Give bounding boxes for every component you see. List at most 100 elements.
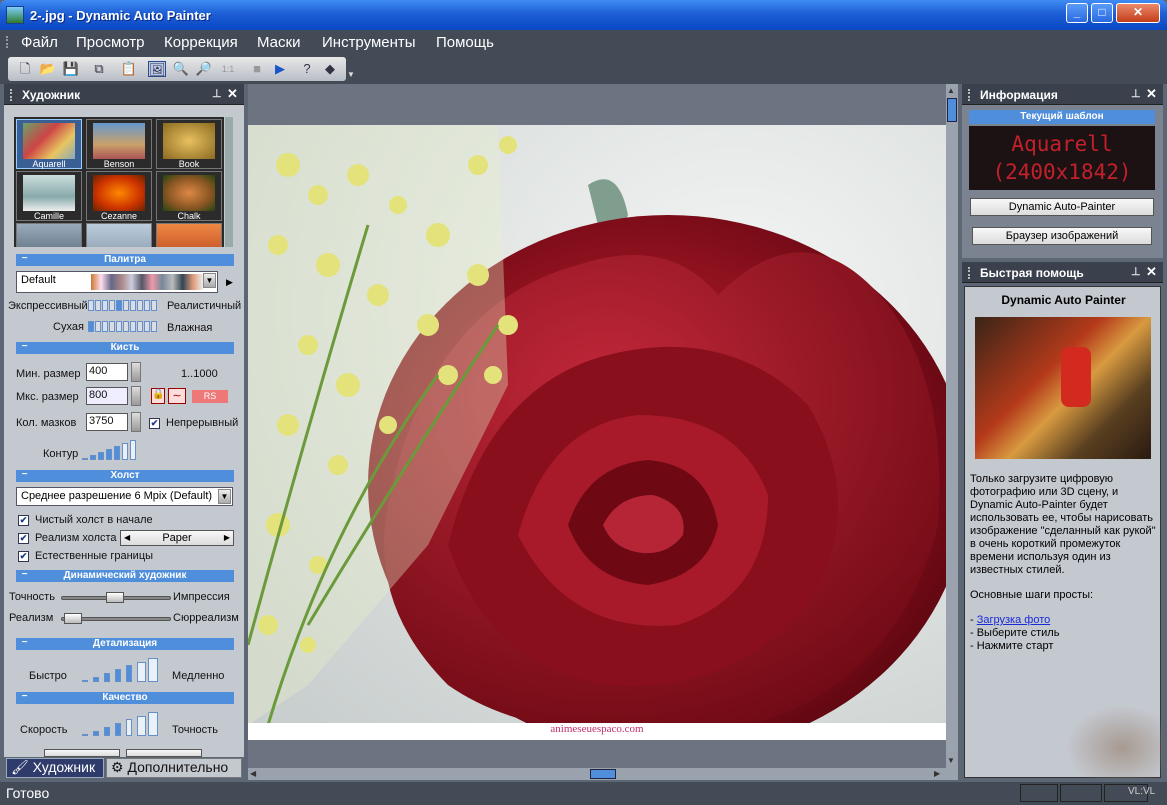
tab-advanced[interactable]: ⚙ Дополнительно (106, 758, 242, 778)
expressive-realistic-slider[interactable] (88, 300, 160, 312)
scroll-left-icon[interactable]: ◀ (250, 769, 256, 778)
detail-section-header[interactable]: − Детализация (16, 638, 234, 650)
quality-section-title: Качество (102, 692, 148, 703)
menu-view[interactable]: Просмотр (76, 34, 145, 51)
collapse-icon[interactable]: − (20, 254, 29, 264)
collapse-icon[interactable]: − (20, 470, 29, 480)
canvas-section-title: Холст (110, 470, 140, 481)
min-size-spinner[interactable] (131, 362, 141, 382)
quality-section-header[interactable]: − Качество (16, 692, 234, 704)
image-browser-button[interactable]: Браузер изображений (972, 227, 1152, 245)
chevron-down-icon[interactable]: ▼ (203, 273, 216, 288)
tab-advanced-label: Дополнительно (127, 759, 229, 775)
panel-button[interactable] (44, 749, 120, 757)
vertical-scrollbar[interactable]: ▲ ▼ (946, 84, 958, 768)
contour-level-slider[interactable] (82, 440, 142, 460)
dynamic-section-header[interactable]: − Динамический художник (16, 570, 234, 582)
menu-file[interactable]: Файл (21, 34, 58, 51)
pin-icon[interactable]: ⊥ (212, 87, 222, 100)
paper-selector[interactable]: ◀ Paper ▶ (120, 530, 234, 546)
style-thumb-camille[interactable]: Camille (16, 171, 82, 221)
style-thumb-more[interactable] (86, 223, 152, 247)
style-thumb-more[interactable] (16, 223, 82, 247)
panel-close-icon[interactable]: ✕ (1146, 264, 1157, 280)
eraser-icon[interactable]: ◆ (321, 61, 339, 77)
clean-canvas-checkbox[interactable]: ✔ (18, 515, 29, 526)
scroll-down-icon[interactable]: ▼ (947, 756, 955, 765)
dry-wet-slider[interactable] (88, 321, 160, 333)
chevron-left-icon[interactable]: ◀ (124, 531, 130, 545)
accuracy-impression-thumb[interactable] (106, 592, 124, 603)
wave-icon[interactable]: ∼ (168, 388, 186, 404)
brush-section-header[interactable]: − Кисть (16, 342, 234, 354)
style-thumb-more[interactable] (156, 223, 222, 247)
menu-help[interactable]: Помощь (436, 34, 494, 51)
help-step-1[interactable]: - Загрузка фото (970, 614, 1050, 626)
status-pane (1020, 784, 1058, 802)
style-thumb-book[interactable]: Book (156, 119, 222, 169)
save-as-icon[interactable]: ⧉ (90, 61, 108, 77)
canvas-section-header[interactable]: − Холст (16, 470, 234, 482)
vertical-scroll-thumb[interactable] (947, 98, 957, 122)
tab-artist[interactable]: 🖌 Художник (6, 758, 104, 778)
horizontal-scrollbar[interactable]: ◀ ▶ (248, 768, 958, 780)
upload-photo-link[interactable]: Загрузка фото (977, 614, 1051, 626)
stop-icon[interactable]: ■ (248, 61, 266, 77)
scroll-right-icon[interactable]: ▶ (934, 769, 940, 778)
zoom-out-icon[interactable]: 🔎 (195, 61, 213, 77)
detail-slider[interactable] (82, 658, 162, 682)
style-thumb-benson[interactable]: Benson (86, 119, 152, 169)
collapse-icon[interactable]: − (20, 638, 29, 648)
chevron-right-icon[interactable]: ▶ (226, 277, 233, 288)
toolbar-overflow-icon[interactable]: ▼ (347, 70, 355, 79)
continuous-checkbox[interactable]: ✔ (149, 418, 160, 429)
dynamic-auto-painter-button[interactable]: Dynamic Auto-Painter (970, 198, 1154, 216)
resolution-select[interactable]: Среднее разрешение 6 Mpix (Default) ▼ (16, 487, 233, 506)
open-icon[interactable]: 📂 (39, 61, 57, 77)
collapse-icon[interactable]: − (20, 692, 29, 702)
chevron-down-icon[interactable]: ▼ (218, 489, 231, 504)
lock-icon[interactable]: 🔒 (151, 388, 165, 404)
style-thumb-chalk[interactable]: Chalk (156, 171, 222, 221)
realism-surrealism-thumb[interactable] (64, 613, 82, 624)
collapse-icon[interactable]: − (20, 570, 29, 580)
actual-size-icon[interactable]: 1:1 (219, 61, 237, 77)
maximize-button[interactable]: □ (1091, 3, 1113, 23)
panel-close-icon[interactable]: ✕ (1146, 86, 1157, 102)
max-size-spinner[interactable] (131, 386, 141, 406)
save-icon[interactable]: 💾 (62, 61, 80, 77)
menu-correction[interactable]: Коррекция (164, 34, 238, 51)
canvas-realism-checkbox[interactable]: ✔ (18, 533, 29, 544)
play-icon[interactable]: ▶ (271, 61, 289, 77)
chevron-right-icon[interactable]: ▶ (224, 531, 230, 545)
menu-tools[interactable]: Инструменты (322, 34, 416, 51)
new-icon[interactable]: 🗋 (16, 61, 34, 77)
paint-icon[interactable]: 🖼 (148, 61, 166, 77)
style-thumb-aquarell[interactable]: Aquarell (16, 119, 82, 169)
max-size-input[interactable]: 800 (86, 387, 128, 405)
stroke-count-input[interactable]: 3750 (86, 413, 128, 431)
quality-slider[interactable] (82, 712, 162, 736)
pin-icon[interactable]: ⊥ (1131, 265, 1141, 278)
panel-button[interactable] (126, 749, 202, 757)
panel-close-icon[interactable]: ✕ (227, 86, 238, 102)
natural-borders-checkbox[interactable]: ✔ (18, 551, 29, 562)
palette-select[interactable]: Default ▼ (16, 271, 218, 293)
minimize-button[interactable]: _ (1066, 3, 1088, 23)
stroke-count-spinner[interactable] (131, 412, 141, 432)
collapse-icon[interactable]: − (20, 342, 29, 352)
style-thumb-cezanne[interactable]: Cezanne (86, 171, 152, 221)
palette-section-header[interactable]: − Палитра (16, 254, 234, 266)
rs-button[interactable]: RS (192, 390, 228, 403)
menu-masks[interactable]: Маски (257, 34, 300, 51)
pin-icon[interactable]: ⊥ (1131, 87, 1141, 100)
min-size-input[interactable]: 400 (86, 363, 128, 381)
painting-canvas-image[interactable]: animeseuespaco.com (248, 125, 946, 740)
paste-icon[interactable]: 📋 (120, 61, 138, 77)
horizontal-scroll-thumb[interactable] (590, 769, 616, 779)
gallery-scrollbar[interactable] (225, 117, 233, 247)
help-icon[interactable]: ? (298, 61, 316, 77)
close-button[interactable]: ✕ (1116, 3, 1160, 23)
scroll-up-icon[interactable]: ▲ (947, 86, 955, 95)
zoom-in-icon[interactable]: 🔍 (172, 61, 190, 77)
